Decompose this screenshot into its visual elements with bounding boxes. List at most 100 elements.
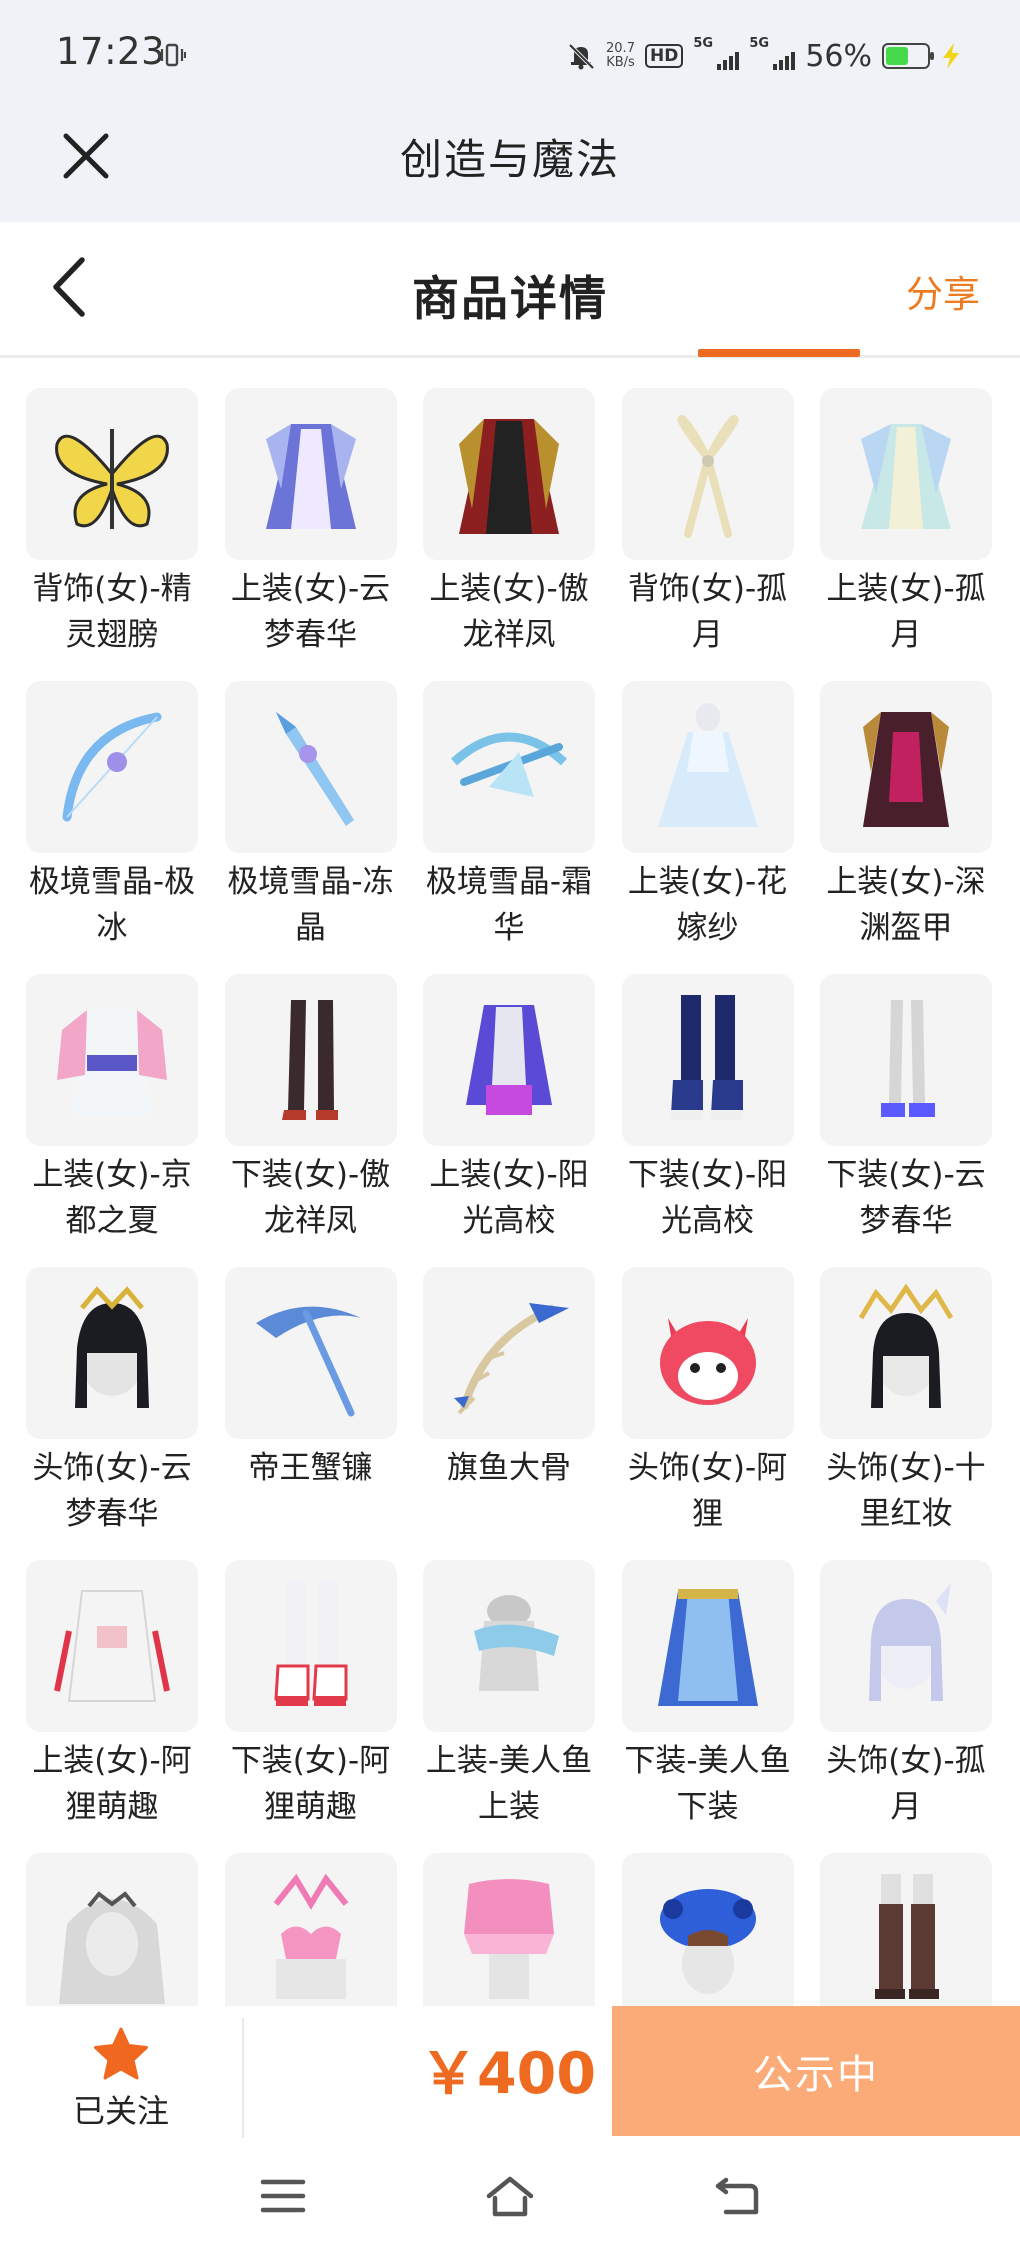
item-name: 帝王蟹镰	[248, 1450, 373, 1486]
pastel-dress-icon	[820, 388, 992, 560]
red-black-robe-icon-art	[459, 419, 559, 534]
item-name: 上装(女)-云梦春华	[230, 571, 391, 653]
item-grid-scroll[interactable]: 背饰(女)-精灵翅膀 上装(女)-云梦春华 上装(女)-傲龙祥凤 背饰(女)-孤月 上装…	[0, 360, 1020, 2006]
silver-hair-icon	[820, 1560, 992, 1732]
item-name: 下装-美人鱼下装	[624, 1743, 791, 1825]
kimono-icon-art	[57, 1010, 167, 1115]
pink-skirt-icon	[423, 1853, 595, 2006]
item-card[interactable]	[423, 1853, 595, 2006]
kimono-icon	[26, 974, 198, 1146]
item-card[interactable]: 上装(女)-孤月	[820, 388, 992, 681]
follow-label: 已关注	[72, 2092, 169, 2130]
item-name: 下装(女)-傲龙祥凤	[230, 1157, 391, 1239]
battery-icon	[882, 43, 934, 69]
battery-text: 56%	[805, 38, 872, 74]
status-bar: 17:23 20.7 KB/s HD 5G 5G 56%	[0, 0, 1020, 110]
mermaid-top-icon-art	[474, 1595, 559, 1691]
action-divider	[242, 2018, 244, 2144]
item-grid: 背饰(女)-精灵翅膀 上装(女)-云梦春华 上装(女)-傲龙祥凤 背饰(女)-孤月 上装…	[26, 388, 992, 2006]
item-card[interactable]: 旗鱼大骨	[423, 1267, 595, 1560]
item-card[interactable]	[224, 1853, 397, 2006]
item-card[interactable]: 极境雪晶-极冰	[26, 681, 198, 974]
item-card[interactable]: 帝王蟹镰	[224, 1267, 397, 1560]
share-button[interactable]: 分享	[906, 264, 980, 318]
item-name: 上装-美人鱼上装	[425, 1743, 593, 1825]
item-card[interactable]: 下装(女)-阳光高校	[621, 974, 794, 1267]
item-name: 旗鱼大骨	[447, 1450, 571, 1486]
item-card[interactable]: 背饰(女)-精灵翅膀	[26, 388, 198, 681]
octopus-hat-icon-art	[659, 1889, 756, 1994]
item-card[interactable]: 头饰(女)-阿狸	[621, 1267, 794, 1560]
black-hair-crown-icon	[26, 1267, 198, 1439]
item-card[interactable]: 头饰(女)-云梦春华	[26, 1267, 198, 1560]
item-card[interactable]: 极境雪晶-霜华	[423, 681, 595, 974]
item-card[interactable]: 上装(女)-云梦春华	[224, 388, 397, 681]
dark-stockings-icon	[224, 974, 397, 1146]
pink-skirt-icon-art	[464, 1879, 554, 1999]
item-card[interactable]: 背饰(女)-孤月	[621, 388, 794, 681]
dark-armor-icon-art	[863, 712, 949, 827]
star-icon	[94, 2027, 148, 2080]
item-name: 上装(女)-深渊盔甲	[826, 864, 986, 946]
white-hoodie-icon-art	[54, 1590, 170, 1702]
white-hoodie-icon	[26, 1560, 198, 1732]
ribbon-icon-art	[676, 415, 739, 538]
item-card[interactable]: 上装(女)-京都之夏	[26, 974, 198, 1267]
item-name: 极境雪晶-极冰	[28, 864, 196, 946]
gold-headdress-icon-art	[858, 1283, 954, 1408]
item-card[interactable]: 上装(女)-阳光高校	[423, 974, 595, 1267]
brown-boots-icon	[820, 1853, 992, 2006]
item-card[interactable]: 头饰(女)-十里红妆	[820, 1267, 992, 1560]
vibrate-icon	[158, 43, 186, 67]
net-speed: 20.7 KB/s	[606, 42, 635, 70]
item-name: 极境雪晶-冻晶	[227, 864, 394, 946]
pastel-dress-icon-art	[861, 424, 951, 529]
net-speed-value: 20.7	[606, 41, 635, 56]
item-card[interactable]	[621, 1853, 794, 2006]
pink-bikini-top-icon	[224, 1853, 397, 2006]
page-nav: 商品详情 分享	[0, 222, 1020, 358]
item-card[interactable]: 下装(女)-阿狸萌趣	[224, 1560, 397, 1853]
item-name: 上装(女)-花嫁纱	[627, 864, 788, 946]
wedding-dress-icon-art	[657, 703, 758, 827]
item-card[interactable]: 上装(女)-傲龙祥凤	[423, 388, 595, 681]
dark-armor-icon	[820, 681, 992, 853]
item-card[interactable]: 下装(女)-云梦春华	[820, 974, 992, 1267]
item-card[interactable]: 下装-美人鱼下装	[621, 1560, 794, 1853]
status-time: 17:23	[56, 30, 166, 73]
item-card[interactable]: 上装(女)-阿狸萌趣	[26, 1560, 198, 1853]
butterfly-wings-icon	[26, 388, 198, 560]
blue-gown-icon-art	[265, 424, 356, 529]
item-card[interactable]: 极境雪晶-冻晶	[224, 681, 397, 974]
item-card[interactable]: 上装(女)-花嫁纱	[621, 681, 794, 974]
app-title: 创造与魔法	[399, 135, 620, 184]
item-card[interactable]	[26, 1853, 198, 2006]
fishbone-scythe-icon-art	[454, 1303, 569, 1415]
item-card[interactable]: 上装-美人鱼上装	[423, 1560, 595, 1853]
item-name: 头饰(女)-孤月	[826, 1743, 986, 1825]
item-name: 头饰(女)-阿狸	[627, 1450, 788, 1532]
butterfly-wings-icon-art	[55, 429, 169, 529]
item-card[interactable]: 头饰(女)-孤月	[820, 1560, 992, 1853]
action-bar: 已关注 ￥400 公示中	[0, 2006, 1020, 2144]
item-name: 头饰(女)-云梦春华	[32, 1450, 192, 1532]
item-card[interactable]: 上装(女)-深渊盔甲	[820, 681, 992, 974]
follow-button[interactable]: 已关注	[0, 2006, 242, 2138]
item-card[interactable]: 下装(女)-傲龙祥凤	[224, 974, 397, 1267]
back-icon[interactable]	[712, 2174, 762, 2218]
item-name: 下装(女)-阿狸萌趣	[230, 1743, 391, 1825]
pink-boots-icon-art	[273, 1581, 347, 1706]
ice-bow-icon-art	[62, 712, 162, 822]
navy-sneakers-icon-art	[670, 995, 743, 1120]
ice-bow-icon	[26, 681, 198, 853]
battery-fill	[886, 47, 908, 65]
item-name: 头饰(女)-十里红妆	[826, 1450, 986, 1532]
scythe-icon-art	[255, 1306, 361, 1417]
blue-gown-icon	[224, 388, 397, 560]
item-card[interactable]	[820, 1853, 992, 2006]
mermaid-top-icon	[423, 1560, 595, 1732]
status-button[interactable]: 公示中	[612, 2006, 1020, 2136]
menu-icon[interactable]	[258, 2174, 308, 2218]
home-icon[interactable]	[485, 2174, 535, 2218]
black-hair-crown-icon-art	[75, 1286, 149, 1408]
